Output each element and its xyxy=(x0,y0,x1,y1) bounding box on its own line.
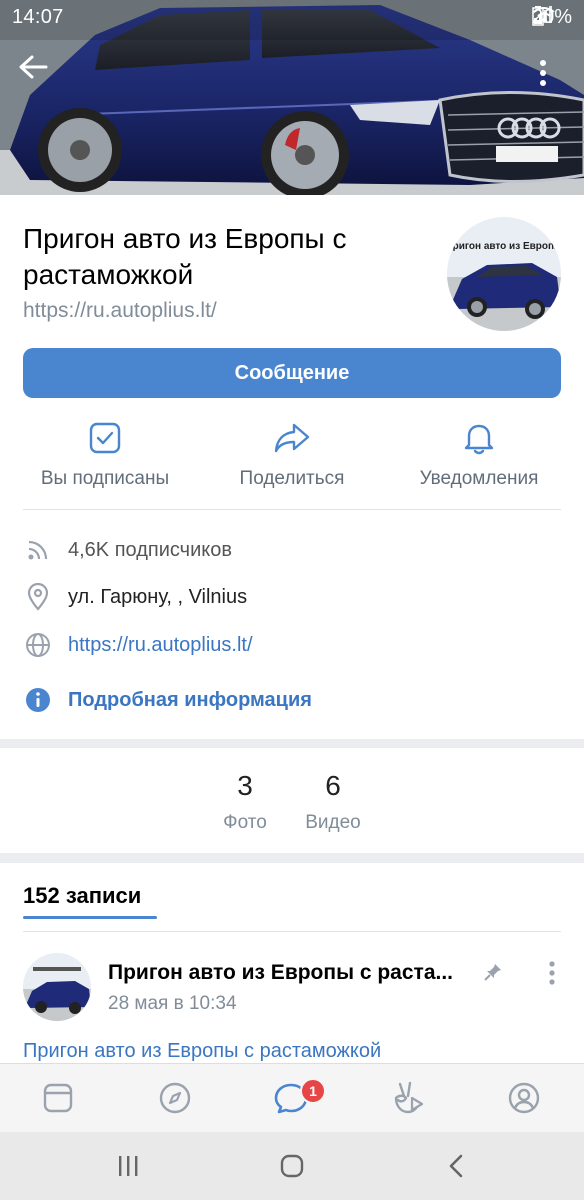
tab-profile[interactable] xyxy=(504,1078,544,1118)
more-vertical-icon xyxy=(549,961,555,985)
posts-tab[interactable]: 152 записи xyxy=(23,883,141,909)
avatar-text: Пригон авто из Европы xyxy=(447,241,561,252)
arrow-left-icon xyxy=(19,55,48,79)
post-author-avatar[interactable] xyxy=(23,953,91,1021)
system-nav-bar xyxy=(0,1132,584,1200)
tab-discover[interactable] xyxy=(155,1078,195,1118)
bottom-tab-bar: 1 xyxy=(0,1063,584,1132)
photos-label: Фото xyxy=(223,812,267,833)
rss-icon xyxy=(28,540,48,560)
photos-count: 3 xyxy=(237,770,253,801)
cover-image: 14:07 20% xyxy=(0,0,584,195)
group-avatar[interactable]: Пригон авто из Европы xyxy=(447,217,561,331)
website-row[interactable]: https://ru.autoplius.lt/ xyxy=(23,630,253,660)
home-icon xyxy=(280,1154,304,1178)
post-text[interactable]: Пригон авто из Европы с растаможкой xyxy=(23,1040,381,1063)
back-nav-button[interactable] xyxy=(436,1150,476,1182)
post-date: 28 мая в 10:34 xyxy=(108,993,237,1014)
posts-section: 152 записи Пригон авто из Европы с раста… xyxy=(0,863,584,1063)
website-link[interactable]: https://ru.autoplius.lt/ xyxy=(68,634,253,657)
info-icon xyxy=(26,688,50,712)
post-more-button[interactable] xyxy=(544,959,560,987)
media-counters: 3 Фото 6 Видео xyxy=(0,748,584,853)
share-label: Поделиться xyxy=(239,468,345,489)
recent-apps-button[interactable] xyxy=(108,1150,148,1182)
status-bar: 14:07 20% xyxy=(0,0,584,36)
discover-icon xyxy=(159,1082,191,1114)
more-options-button[interactable] xyxy=(540,60,564,94)
group-url[interactable]: https://ru.autoplius.lt/ xyxy=(23,299,217,323)
group-header: Пригон авто из Европы с растаможкой http… xyxy=(0,195,584,739)
avatar-image: Пригон авто из Европы xyxy=(447,217,561,331)
profile-icon xyxy=(508,1082,540,1114)
subscribers-row[interactable]: 4,6K подписчиков xyxy=(23,535,232,565)
bell-icon xyxy=(464,424,494,455)
chevron-left-icon xyxy=(449,1154,463,1178)
divider xyxy=(23,931,561,932)
battery-icon xyxy=(532,6,544,26)
share-action[interactable]: Поделиться xyxy=(202,420,382,490)
videos-counter[interactable]: 6 Видео xyxy=(288,770,378,834)
back-button[interactable] xyxy=(18,54,58,94)
divider xyxy=(23,509,561,510)
details-row[interactable]: Подробная информация xyxy=(23,685,312,715)
globe-icon xyxy=(26,633,50,657)
tab-news[interactable] xyxy=(38,1078,78,1118)
post-author-name[interactable]: Пригон авто из Европы с раста... xyxy=(108,961,472,985)
subscribers-count: 4,6K подписчиков xyxy=(68,538,232,561)
location-pin-icon xyxy=(27,583,49,611)
videos-label: Видео xyxy=(305,812,361,833)
recent-apps-icon xyxy=(119,1156,138,1176)
more-vertical-icon xyxy=(540,60,546,86)
notifications-action[interactable]: Уведомления xyxy=(389,420,569,490)
avatar-image xyxy=(23,953,91,1021)
posts-tab-indicator xyxy=(23,916,157,919)
status-indicators: 20% xyxy=(532,6,572,29)
share-icon xyxy=(274,423,310,453)
photos-counter[interactable]: 3 Фото xyxy=(200,770,290,834)
address-row[interactable]: ул. Гарюну, , Vilnius xyxy=(23,582,247,612)
address-text: ул. Гарюну, , Vilnius xyxy=(68,585,248,608)
videos-count: 6 xyxy=(325,770,341,801)
checkbox-icon xyxy=(89,422,121,454)
messages-badge: 1 xyxy=(300,1078,326,1104)
subscribed-label: Вы подписаны xyxy=(40,468,170,489)
subscribed-action[interactable]: Вы подписаны xyxy=(15,420,195,490)
group-title: Пригон авто из Европы с растаможкой xyxy=(23,223,347,290)
notifications-label: Уведомления xyxy=(419,468,539,489)
details-link[interactable]: Подробная информация xyxy=(68,689,312,712)
services-icon xyxy=(394,1081,424,1114)
pin-icon xyxy=(484,964,501,981)
action-row: Вы подписаны Поделиться Уведомления xyxy=(0,420,584,500)
news-icon xyxy=(43,1083,73,1113)
status-time: 14:07 xyxy=(12,6,64,28)
tab-services[interactable] xyxy=(388,1078,428,1118)
home-button[interactable] xyxy=(272,1150,312,1182)
message-button[interactable]: Сообщение xyxy=(23,348,561,398)
